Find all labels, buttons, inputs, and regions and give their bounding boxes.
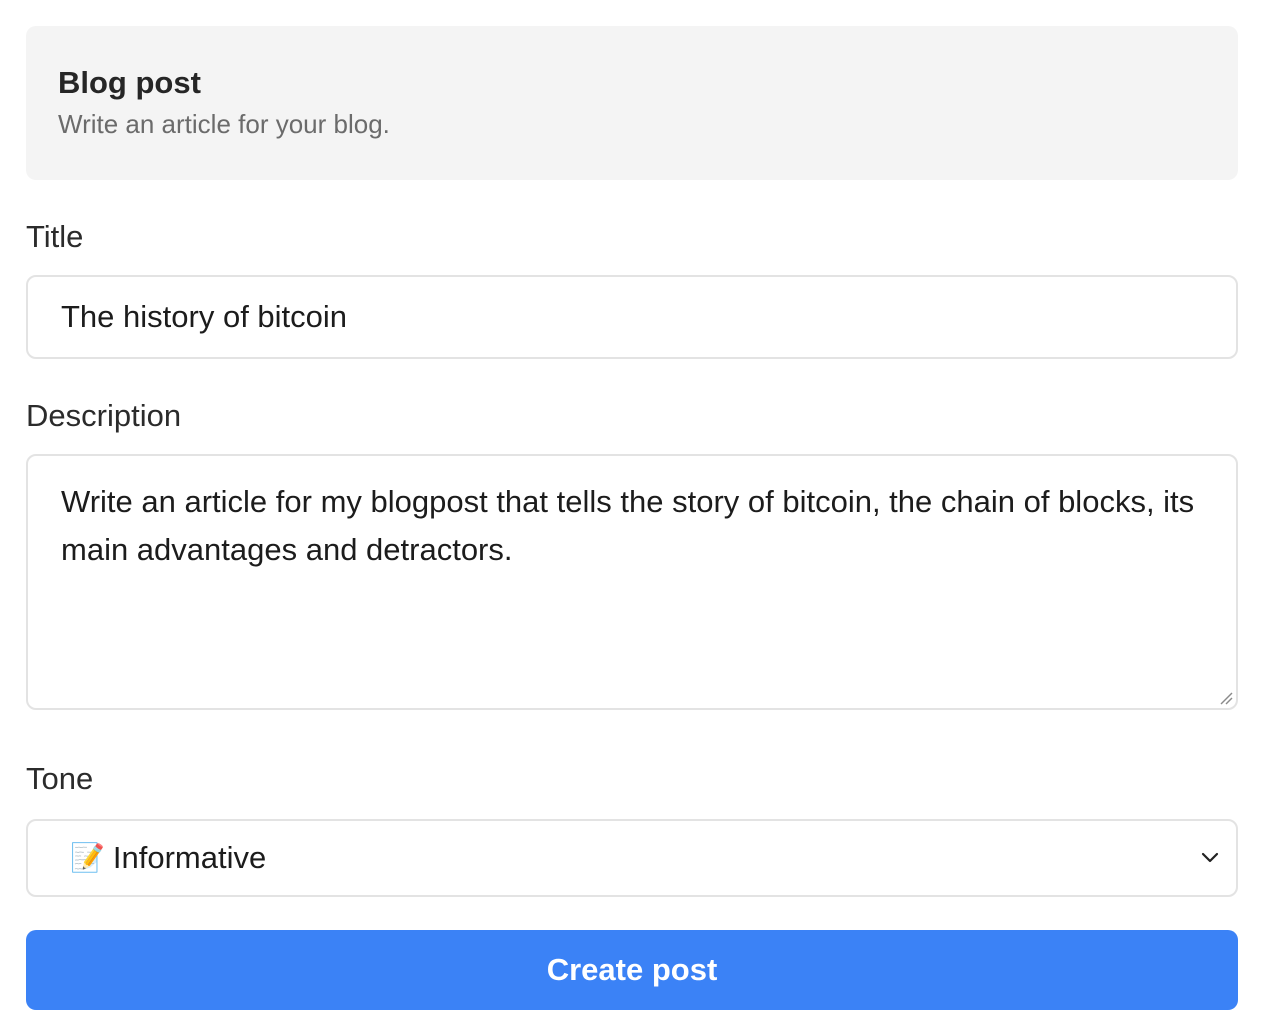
page-title: Blog post <box>58 65 201 100</box>
tone-label: Tone <box>26 761 94 796</box>
description-textarea[interactable]: Write an article for my blogpost that te… <box>26 454 1238 710</box>
page-subtitle: Write an article for your blog. <box>58 109 390 139</box>
description-label: Description <box>26 398 182 433</box>
chevron-down-icon <box>1201 852 1219 863</box>
blog-post-form-page: Blog post Write an article for your blog… <box>0 0 1264 1036</box>
memo-icon: 📝 <box>70 842 105 873</box>
create-post-button[interactable]: Create post <box>26 930 1238 1010</box>
tone-select[interactable]: 📝 Informative <box>26 819 1238 897</box>
header-card: Blog post Write an article for your blog… <box>26 26 1238 180</box>
resize-grip-icon[interactable] <box>1219 691 1233 705</box>
tone-selected-value: Informative <box>112 840 267 875</box>
description-field-wrapper: Write an article for my blogpost that te… <box>26 454 1238 710</box>
title-label: Title <box>26 219 84 254</box>
title-input[interactable] <box>26 275 1238 359</box>
